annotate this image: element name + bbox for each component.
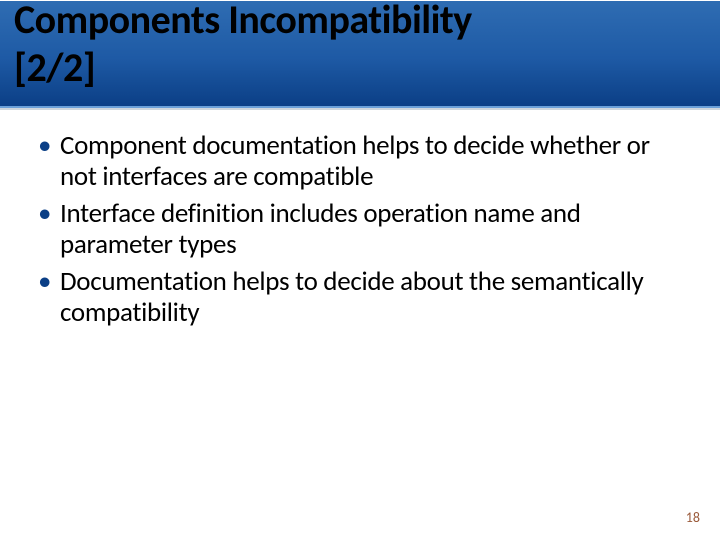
slide-title-line1: Components Incompatibility bbox=[14, 0, 472, 44]
bullet-text: Interface definition includes operation … bbox=[60, 197, 581, 261]
slide-title-line2: [2/2] bbox=[14, 43, 95, 92]
slide-content: Component documentation helps to decide … bbox=[0, 108, 720, 328]
list-item: Component documentation helps to decide … bbox=[34, 130, 686, 192]
slide-title: Components Incompatibility [2/2] bbox=[14, 0, 472, 92]
bullet-text: Component documentation helps to decide … bbox=[60, 129, 650, 193]
bullet-list: Component documentation helps to decide … bbox=[34, 130, 686, 328]
bullet-text: Documentation helps to decide about the … bbox=[60, 265, 643, 329]
title-band: Components Incompatibility [2/2] bbox=[0, 0, 720, 108]
page-number: 18 bbox=[686, 509, 700, 526]
list-item: Documentation helps to decide about the … bbox=[34, 266, 686, 328]
list-item: Interface definition includes operation … bbox=[34, 198, 686, 260]
